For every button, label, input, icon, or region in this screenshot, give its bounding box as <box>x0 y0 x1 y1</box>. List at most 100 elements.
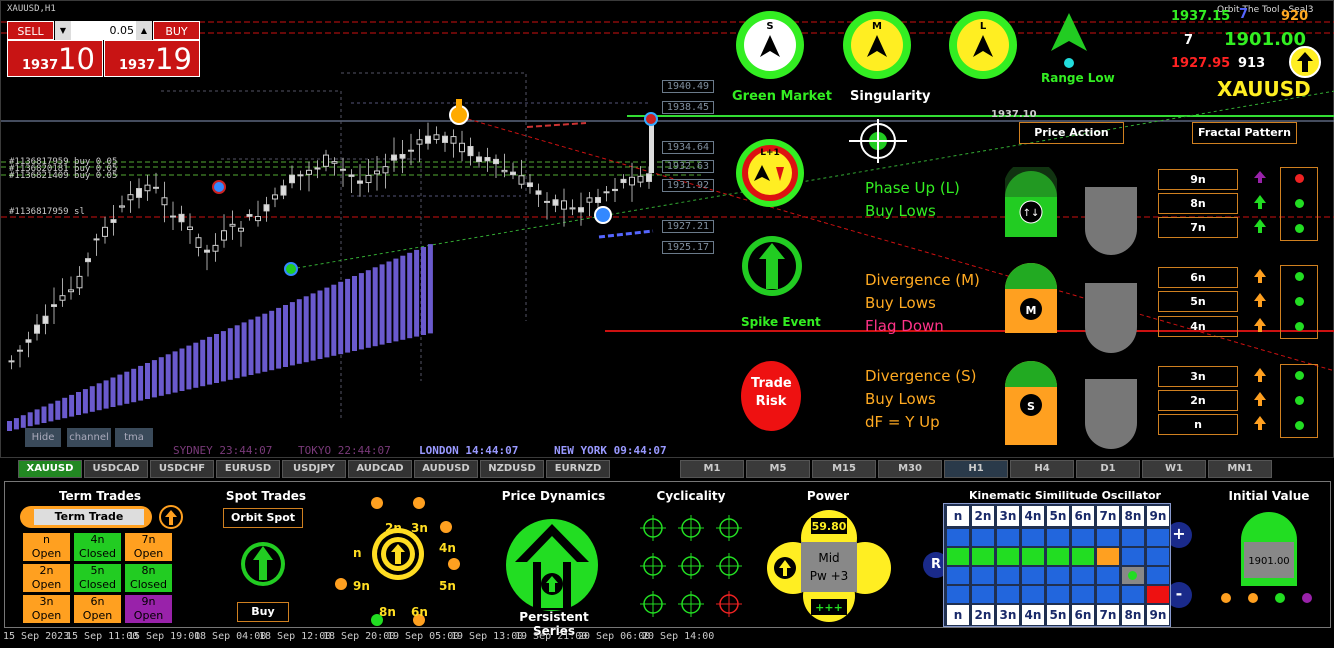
power-value: 59.80 <box>812 520 847 533</box>
buy-spot-button[interactable]: Buy <box>237 602 289 622</box>
fractal-row-8n: 8n <box>1158 193 1238 214</box>
term-cell-4n: 4n Closed <box>73 532 122 562</box>
timeframe-w1[interactable]: W1 <box>1142 460 1206 478</box>
m-signal-icon: M <box>843 11 911 79</box>
svg-text:↑↓: ↑↓ <box>1023 208 1040 219</box>
iv-dot-2 <box>1248 593 1258 603</box>
power-pw: Pw +3 <box>810 569 849 583</box>
fractal-row-6n: 6n <box>1158 267 1238 288</box>
price-level-label: 1940.49 <box>662 80 714 93</box>
kso-header-6n: 6n <box>1072 506 1094 526</box>
hide-button[interactable]: Hide <box>25 428 61 447</box>
timeframe-m1[interactable]: M1 <box>680 460 744 478</box>
term-cell-n: n Open <box>22 532 71 562</box>
kso-cell <box>1047 586 1069 603</box>
kso-cell <box>997 529 1019 546</box>
timeframe-h4[interactable]: H4 <box>1010 460 1074 478</box>
fractal-row-2n: 2n <box>1158 390 1238 411</box>
l-pill-group: ↑↓ <box>1005 167 1137 255</box>
channel-button[interactable]: channel <box>67 428 111 447</box>
spot-up-icon <box>241 542 285 586</box>
fractal-row-3n: 3n <box>1158 366 1238 387</box>
cycle-crosshair-icon <box>678 591 704 617</box>
price-level-label: 1938.45 <box>662 101 714 114</box>
lot-size-input[interactable]: ▼ 0.05 ▲ <box>55 21 152 40</box>
price-level-label: 1934.64 <box>662 141 714 154</box>
kso-cell <box>1022 548 1044 565</box>
orbit-9n: 9n <box>353 579 370 593</box>
iv-dot-1 <box>1221 593 1231 603</box>
kso-header-8n: 8n <box>1122 605 1144 625</box>
symbol-tab-nzdusd[interactable]: NZDUSD <box>480 460 544 478</box>
orbit-6n: 6n <box>411 605 428 619</box>
lot-decrease-icon[interactable]: ▼ <box>55 21 71 40</box>
price-level-label: 1931.92 <box>662 179 714 192</box>
one-click-trading-panel: SELL ▼ 0.05 ▲ BUY 1937 10 1937 19 <box>7 21 200 77</box>
kso-title: Kinematic Similitude Oscillator <box>969 489 1161 502</box>
timeframe-h1[interactable]: H1 <box>944 460 1008 478</box>
kso-cell <box>1097 529 1119 546</box>
symbol-tab-audcad[interactable]: AUDCAD <box>348 460 412 478</box>
symbol-tab-eurusd[interactable]: EURUSD <box>216 460 280 478</box>
symbol-tab-usdjpy[interactable]: USDJPY <box>282 460 346 478</box>
buy-price[interactable]: 1937 19 <box>104 40 200 77</box>
timeframe-d1[interactable]: D1 <box>1076 460 1140 478</box>
lot-increase-icon[interactable]: ▲ <box>136 21 152 40</box>
term-cell-3n: 3n Open <box>22 594 71 624</box>
kso-cell <box>1097 548 1119 565</box>
l1-signal-icon: L+1 <box>736 139 804 207</box>
kso-cell <box>1122 586 1144 603</box>
term-cell-7n: 7n Open <box>124 532 173 562</box>
orbit-spot-button[interactable]: Orbit Spot <box>223 508 303 528</box>
sell-button[interactable]: SELL <box>7 21 54 40</box>
kso-cell <box>972 586 994 603</box>
kso-header-3n: 3n <box>997 506 1019 526</box>
m-pill-letter: M <box>1026 304 1037 317</box>
range-low-icon <box>1051 13 1087 68</box>
s-pill-letter: S <box>1027 400 1035 413</box>
up-arrow-icon <box>1289 46 1321 78</box>
term-cell-2n: 2n Open <box>22 563 71 593</box>
orbit-2n: 2n <box>385 521 402 535</box>
initial-value-pill: 1901.00 <box>1241 512 1297 586</box>
kso-header-2n: 2n <box>972 506 994 526</box>
timeframe-m15[interactable]: M15 <box>812 460 876 478</box>
kso-cell <box>972 567 994 584</box>
sell-price[interactable]: 1937 10 <box>7 40 103 77</box>
timeframe-mn1[interactable]: MN1 <box>1208 460 1272 478</box>
session-london: LONDON 14:44:07 <box>419 444 519 457</box>
term-trade-hold-button[interactable]: Term Trade [Hold] <box>20 506 152 539</box>
kso-cell <box>1122 567 1144 584</box>
buy-button[interactable]: BUY <box>153 21 200 40</box>
iv-dot-3 <box>1275 593 1285 603</box>
time-axis-label: 15 Sep 2023 <box>3 631 70 642</box>
symbol-tab-audusd[interactable]: AUDUSD <box>414 460 478 478</box>
tma-button[interactable]: tma <box>115 428 153 447</box>
tma-histogram <box>7 244 433 431</box>
kso-header-2n: 2n <box>972 605 994 625</box>
crosshair-icon <box>849 119 907 163</box>
kso-header-6n: 6n <box>1072 605 1094 625</box>
cycle-crosshair-icon <box>640 591 666 617</box>
green-market-label: Green Market <box>732 89 832 104</box>
df-label: dF = Y Up <box>865 413 940 431</box>
symbol-tab-usdchf[interactable]: USDCHF <box>150 460 214 478</box>
kso-cell <box>1097 567 1119 584</box>
price-chart[interactable]: XAUUSD,H1 SELL ▼ 0.05 ▲ BUY 1937 10 1937… <box>0 0 1334 458</box>
timeframe-m5[interactable]: M5 <box>746 460 810 478</box>
order-label: #1136817959 sl <box>9 207 85 217</box>
divergence-s-sub: Buy Lows <box>865 390 936 408</box>
buy-price-big: 19 <box>155 42 192 76</box>
power-plus: +++ <box>815 601 843 614</box>
orbit-5n: 5n <box>439 579 456 593</box>
symbol-tab-usdcad[interactable]: USDCAD <box>84 460 148 478</box>
spike-event-label: Spike Event <box>741 315 821 329</box>
kso-cell <box>1072 548 1094 565</box>
term-up-icon <box>159 505 183 529</box>
symbol-tab-xauusd[interactable]: XAUUSD <box>18 460 82 478</box>
term-cell-6n: 6n Open <box>73 594 122 624</box>
timeframe-m30[interactable]: M30 <box>878 460 942 478</box>
stat-high: 1937.15 <box>1171 9 1231 24</box>
orbit-wheel: 2n 3n 4n 5n n 9n 8n 6n <box>335 497 460 626</box>
symbol-tab-eurnzd[interactable]: EURNZD <box>546 460 610 478</box>
